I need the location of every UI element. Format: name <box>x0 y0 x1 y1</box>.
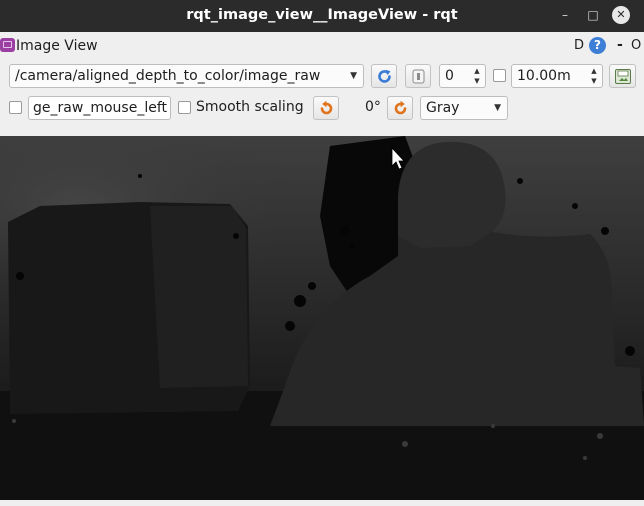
zoom-1-button[interactable] <box>405 64 431 88</box>
save-image-button[interactable] <box>609 64 636 88</box>
bottom-border <box>0 500 644 506</box>
topic-select[interactable]: /camera/aligned_depth_to_color/image_raw… <box>9 64 364 88</box>
spin-up-icon[interactable]: ▲ <box>587 66 601 76</box>
refresh-topics-button[interactable] <box>371 64 397 88</box>
dock-header: Image View D ? - O <box>0 34 644 58</box>
smooth-scaling-checkbox[interactable] <box>178 101 191 114</box>
number-spinbox[interactable]: 0 ▲ ▼ <box>439 64 486 88</box>
minimize-button[interactable]: – <box>556 6 574 24</box>
mouse-topic-value: ge_raw_mouse_left <box>33 100 167 116</box>
mouse-publish-checkbox[interactable] <box>9 101 22 114</box>
dock-title: Image View <box>16 38 98 54</box>
number-spinbox-value: 0 <box>445 68 454 84</box>
spin-down-icon[interactable]: ▼ <box>470 76 484 86</box>
chevron-down-icon: ▼ <box>350 71 357 81</box>
plugin-icon <box>0 38 15 52</box>
max-range-spinbox[interactable]: 10.00m ▲ ▼ <box>511 64 603 88</box>
smooth-scaling-label: Smooth scaling <box>196 99 304 115</box>
rotate-left-button[interactable] <box>313 96 339 120</box>
refresh-icon <box>378 69 391 83</box>
image-display[interactable] <box>0 136 644 500</box>
topic-select-value: /camera/aligned_depth_to_color/image_raw <box>15 68 321 84</box>
maximize-button[interactable]: □ <box>584 6 602 24</box>
window-title: rqt_image_view__ImageView - rqt <box>186 7 458 23</box>
mouse-topic-input[interactable]: ge_raw_mouse_left <box>28 96 171 120</box>
spin-down-icon[interactable]: ▼ <box>587 76 601 86</box>
colormap-select[interactable]: Gray ▼ <box>420 96 508 120</box>
zoom-1-icon <box>412 69 425 84</box>
help-icon[interactable]: ? <box>589 37 606 54</box>
max-range-value: 10.00m <box>517 68 571 84</box>
dynamic-range-checkbox[interactable] <box>493 69 506 82</box>
rotate-left-icon <box>320 100 333 115</box>
close-button[interactable]: ✕ <box>612 6 630 24</box>
window-titlebar: rqt_image_view__ImageView - rqt – □ ✕ <box>0 0 644 32</box>
dock-options-button[interactable]: O <box>631 38 641 53</box>
depth-image <box>0 136 644 500</box>
rotation-label: 0° <box>365 99 381 115</box>
spin-up-icon[interactable]: ▲ <box>470 66 484 76</box>
dock-d-button[interactable]: D <box>574 38 584 53</box>
colormap-value: Gray <box>426 100 460 116</box>
dock-minimize-button[interactable]: - <box>617 37 623 53</box>
rotate-right-button[interactable] <box>387 96 413 120</box>
chevron-down-icon: ▼ <box>494 103 501 113</box>
save-image-icon <box>615 69 631 84</box>
rotate-right-icon <box>394 100 407 115</box>
